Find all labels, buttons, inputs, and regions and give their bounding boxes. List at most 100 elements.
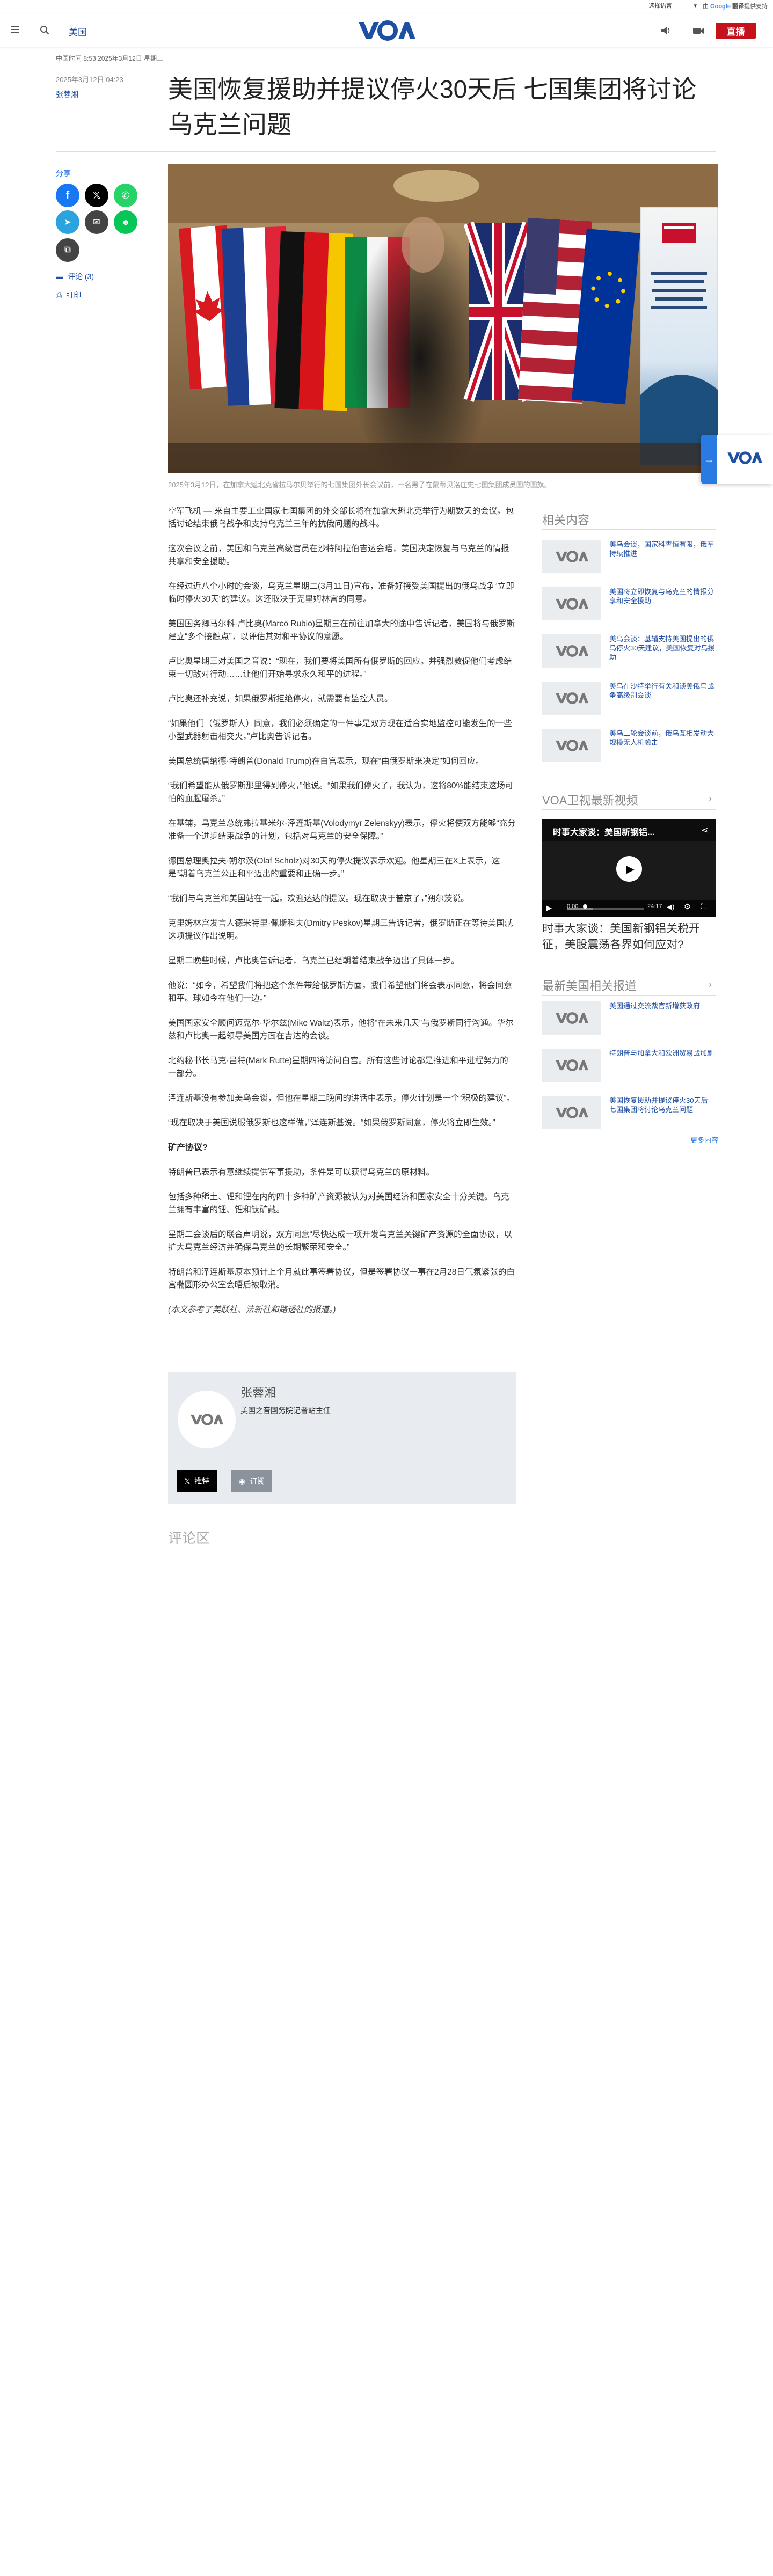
article-paragraph: “我们希望能从俄罗斯那里得到停火，”他说。“如果我们停火了，我认为，这将80%能… bbox=[168, 781, 514, 803]
article-paragraph: 美国国家安全顾问迈克尔·华尔兹(Mike Waltz)表示，他将“在未来几天”与… bbox=[168, 1019, 514, 1041]
rail-item[interactable]: 特朗普与加拿大和欧洲贸易战加剧 bbox=[542, 1049, 716, 1082]
fullscreen-icon[interactable]: ⛶ bbox=[701, 902, 706, 911]
rail-thumbnail[interactable] bbox=[542, 587, 601, 620]
rail-thumbnail[interactable] bbox=[542, 682, 601, 715]
rail-thumbnail[interactable] bbox=[542, 540, 601, 573]
print-icon: ⎙ bbox=[56, 290, 62, 299]
article-paragraph: 卢比奥还补充说，如果俄罗斯拒绝停火，就需要有监控人员。 bbox=[168, 694, 393, 704]
comment-icon: ▬ bbox=[56, 272, 63, 281]
x-share-button[interactable]: 𝕏 bbox=[85, 184, 108, 207]
section-link[interactable]: 美国 bbox=[69, 25, 87, 38]
rail-item[interactable]: 美国将立即恢复与乌克兰的情报分享和安全援助 bbox=[542, 587, 716, 620]
rail-item-title[interactable]: 美国通过交流裁官新增获政府 bbox=[609, 1001, 716, 1011]
latest-divider bbox=[542, 995, 716, 996]
play-small-icon[interactable]: ▶ bbox=[546, 904, 552, 912]
author-name[interactable]: 张蓉湘 bbox=[240, 1384, 276, 1401]
rail-item-title[interactable]: 美乌会谈：基辅支持美国提出的俄乌停火30天建议，美国恢复对乌援助 bbox=[609, 634, 716, 662]
article-paragraph: 星期二会谈后的联合声明说，双方同意“尽快达成一项开发乌克兰关键矿产资源的全面协议… bbox=[168, 1230, 512, 1252]
author-link[interactable]: 张蓉湘 bbox=[56, 89, 78, 100]
copy-link-button[interactable]: ⧉ bbox=[56, 238, 79, 262]
line-share-button[interactable]: ☻ bbox=[114, 210, 137, 234]
rail-item-title[interactable]: 特朗普与加拿大和欧洲贸易战加剧 bbox=[609, 1049, 716, 1058]
chevron-right-icon[interactable]: › bbox=[709, 979, 712, 990]
site-header: 美国 直播 bbox=[0, 14, 773, 47]
rail-thumbnail[interactable] bbox=[542, 729, 601, 762]
chevron-right-icon[interactable]: › bbox=[709, 793, 712, 804]
language-select-label: 选择语言 bbox=[648, 3, 672, 9]
article-paragraphs: 空军飞机 — 来自主要工业国家七国集团的外交部长将在加拿大魁北克举行为期数天的会… bbox=[168, 505, 516, 1130]
article-body: 空军飞机 — 来自主要工业国家七国集团的外交部长将在加拿大魁北克举行为期数天的会… bbox=[168, 505, 516, 1328]
floating-voa-widget[interactable]: → bbox=[701, 435, 773, 484]
more-link[interactable]: 更多内容 bbox=[690, 1135, 718, 1145]
chevron-down-icon: ▾ bbox=[694, 3, 697, 9]
rail-item[interactable]: 美乌会谈：基辅支持美国提出的俄乌停火30天建议，美国恢复对乌援助 bbox=[542, 634, 716, 668]
whatsapp-icon: ✆ bbox=[121, 189, 130, 201]
rail-item-title[interactable]: 美乌会谈，国家科查恒有限，俄军持续推进 bbox=[609, 540, 716, 558]
link-icon: ⧉ bbox=[64, 245, 71, 254]
article-title: 美国恢复援助并提议停火30天后 七国集团将讨论乌克兰问题 bbox=[168, 75, 696, 138]
speaker-icon[interactable] bbox=[661, 26, 672, 35]
rail-item[interactable]: 美国恢复援助并提议停火30天后 七国集团将讨论乌克兰问题 bbox=[542, 1096, 716, 1129]
play-button[interactable]: ▶ bbox=[616, 856, 642, 882]
search-icon[interactable] bbox=[40, 25, 49, 35]
rail-item[interactable]: 美乌在沙特举行有关和谈美俄乌战争高级别会谈 bbox=[542, 682, 716, 715]
live-button[interactable]: 直播 bbox=[716, 23, 756, 39]
latest-title[interactable]: 最新美国相关报道 bbox=[542, 977, 637, 994]
rail-thumbnail[interactable] bbox=[542, 1049, 601, 1082]
rail-thumbnail[interactable] bbox=[542, 1096, 601, 1129]
settings-icon[interactable]: ⚙ bbox=[684, 902, 691, 911]
rail-item[interactable]: 美乌会谈，国家科查恒有限，俄军持续推进 bbox=[542, 540, 716, 573]
x-icon: 𝕏 bbox=[184, 1476, 191, 1485]
rail-item-title[interactable]: 美国将立即恢复与乌克兰的情报分享和安全援助 bbox=[609, 587, 716, 605]
follow-x-button[interactable]: 𝕏 推特 bbox=[177, 1470, 217, 1492]
powered-by-text: 由 Google 翻译提供支持 bbox=[702, 3, 768, 10]
article-paragraph: 北约秘书长马克·吕特(Mark Rutte)星期四将访问白宫。所有这些讨论都是推… bbox=[168, 1056, 508, 1078]
video-section-title[interactable]: VOA卫视最新视频 bbox=[542, 791, 638, 808]
article-paragraph: 泽连斯基没有参加美乌会谈，但他在星期二晚间的讲话中表示，停火计划是一个“积极的建… bbox=[168, 1094, 515, 1103]
rail-item[interactable]: 美国通过交流裁官新增获政府 bbox=[542, 1001, 716, 1035]
video-divider bbox=[542, 809, 716, 810]
language-select[interactable]: 选择语言 ▾ bbox=[645, 2, 699, 10]
share-icon[interactable]: ⋖ bbox=[701, 825, 708, 836]
telegram-share-button[interactable]: ➤ bbox=[56, 210, 79, 234]
article-paragraph: “我们与乌克兰和美国站在一起，欢迎达达的提议。现在取决于普京了，”朔尔茨说。 bbox=[168, 894, 469, 903]
rail-item-title[interactable]: 美乌二轮会谈前，俄乌互相发动大规模无人机袭击 bbox=[609, 729, 716, 747]
video-camera-icon[interactable] bbox=[692, 26, 704, 35]
article-paragraph: 包括多种稀土、锂和锂在内的四十多种矿产资源被认为对美国经济和国家安全十分关键。乌… bbox=[168, 1192, 509, 1214]
rail-item[interactable]: 美乌二轮会谈前，俄乌互相发动大规模无人机袭击 bbox=[542, 729, 716, 762]
translate-bar: 选择语言 ▾ 由 Google 翻译提供支持 bbox=[0, 0, 773, 12]
related-title: 相关内容 bbox=[542, 514, 590, 527]
comments-title: 评论区 bbox=[168, 1530, 210, 1546]
telegram-icon: ➤ bbox=[64, 218, 71, 227]
rail-thumbnail[interactable] bbox=[542, 1001, 601, 1035]
email-icon: ✉ bbox=[93, 218, 100, 227]
article-paragraph: 星期二晚些时候，卢比奥告诉记者，乌克兰已经朝着结束战争迈出了具体一步。 bbox=[168, 956, 460, 965]
voa-logo[interactable] bbox=[358, 20, 415, 41]
video-title[interactable]: 时事大家谈：美国新钢铝关税开征，美股震荡各界如何应对? bbox=[542, 921, 716, 953]
menu-icon[interactable] bbox=[11, 26, 19, 33]
rail-item-title[interactable]: 美国恢复援助并提议停火30天后 七国集团将讨论乌克兰问题 bbox=[609, 1096, 716, 1114]
article-paragraph: 这次会议之前，美国和乌克兰高级官员在沙特阿拉伯吉达会晤，美国决定恢复与乌克兰的情… bbox=[168, 544, 509, 566]
source-note: (本文参考了美联社、法新社和路透社的报道。) bbox=[168, 1305, 336, 1314]
email-share-button[interactable]: ✉ bbox=[85, 210, 108, 234]
author-avatar[interactable] bbox=[178, 1391, 236, 1448]
time-current: 0:00 bbox=[567, 903, 579, 910]
facebook-share-button[interactable]: f bbox=[56, 184, 79, 207]
rss-subscribe-button[interactable]: ◉ 订阅 bbox=[231, 1470, 273, 1492]
comments-link[interactable]: ▬ 评论 (3) bbox=[56, 271, 94, 282]
print-link[interactable]: ⎙ 打印 bbox=[56, 290, 81, 301]
article-paragraph: 美国总统唐纳德·特朗普(Donald Trump)在白宫表示，现在“由俄罗斯来决… bbox=[168, 757, 484, 766]
volume-icon[interactable]: ◀) bbox=[667, 903, 674, 911]
time-total: 24:17 bbox=[647, 903, 662, 910]
facebook-icon: f bbox=[65, 189, 70, 201]
progress-handle[interactable] bbox=[583, 904, 587, 909]
article-paragraph: “现在取决于美国说服俄罗斯也这样做，”泽连斯基说。“如果俄罗斯同意，停火将立即生… bbox=[168, 1118, 495, 1128]
voa-logo-avatar bbox=[191, 1414, 223, 1425]
article-paragraph: 克里姆林宫发言人德米特里·佩斯科夫(Dmitry Peskov)星期三告诉记者，… bbox=[168, 919, 513, 941]
rss-icon: ◉ bbox=[239, 1476, 246, 1485]
rail-thumbnail[interactable] bbox=[542, 634, 601, 668]
rail-item-title[interactable]: 美乌在沙特举行有关和谈美俄乌战争高级别会谈 bbox=[609, 682, 716, 700]
article-paragraph: 美国国务卿马尔科·卢比奥(Marco Rubio)星期三在前往加拿大的途中告诉记… bbox=[168, 619, 515, 641]
whatsapp-share-button[interactable]: ✆ bbox=[114, 184, 137, 207]
video-player[interactable]: 时事大家谈：美国新钢铝... ⋖ ▶ ▶ 0:00 24:17 ◀) ⚙ ⛶ bbox=[542, 819, 716, 917]
